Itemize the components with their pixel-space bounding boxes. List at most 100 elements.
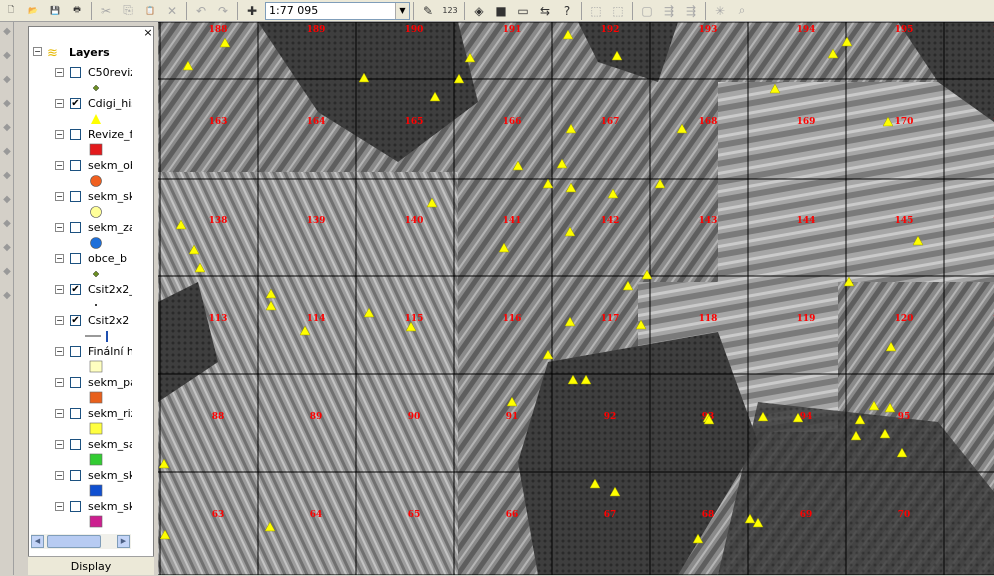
layer-visibility-checkbox[interactable]	[70, 439, 81, 450]
layer-name[interactable]: sekm_sk	[88, 469, 132, 482]
whats-this-help-icon[interactable]: ?	[556, 1, 578, 21]
tool-icon[interactable]: ◆	[1, 266, 13, 286]
layer-visibility-checkbox[interactable]	[70, 377, 81, 388]
tool-icon[interactable]: ◆	[1, 242, 13, 262]
collapse-toggle[interactable]: −	[55, 409, 64, 418]
collapse-toggle[interactable]: −	[55, 316, 64, 325]
tool-icon[interactable]: ◆	[1, 50, 13, 70]
layer-visibility-checkbox[interactable]	[70, 222, 81, 233]
layer-name[interactable]: sekm_pa	[88, 376, 132, 389]
scroll-right-icon[interactable]: ▶	[117, 535, 130, 548]
collapse-layers-toggle[interactable]: −	[33, 47, 42, 56]
layer-item[interactable]: − obce_b	[29, 251, 147, 266]
tool-icon[interactable]: ◆	[1, 146, 13, 166]
layer-name[interactable]: sekm_ob	[88, 159, 132, 172]
collapse-toggle[interactable]: −	[55, 285, 64, 294]
save-icon[interactable]: 💾	[44, 1, 66, 21]
scroll-thumb[interactable]	[47, 535, 101, 548]
layer-name[interactable]: sekm_sk	[88, 190, 132, 203]
layer-name[interactable]: sekm_sa	[88, 438, 132, 451]
layer-item[interactable]: − sekm_ob	[29, 158, 147, 173]
scroll-left-icon[interactable]: ◀	[31, 535, 44, 548]
tool-icon[interactable]: ◆	[1, 170, 13, 190]
collapse-toggle[interactable]: −	[55, 99, 64, 108]
layer-visibility-checkbox[interactable]	[70, 470, 81, 481]
layer-visibility-checkbox[interactable]	[70, 346, 81, 357]
new-document-icon[interactable]: 🗋	[0, 1, 22, 21]
map-view[interactable]: 1881891901911921931941951961631641651661…	[158, 22, 994, 575]
layer-item[interactable]: − sekm_za	[29, 220, 147, 235]
display-tab[interactable]: Display	[28, 556, 154, 575]
layer-visibility-checkbox[interactable]: ✔	[70, 284, 81, 295]
grid-cell-label: 118	[699, 314, 718, 324]
print-icon[interactable]: 🖶	[66, 1, 88, 21]
map-canvas[interactable]: 1881891901911921931941951961631641651661…	[158, 22, 994, 575]
layer-name[interactable]: Cdigi_his	[88, 97, 132, 110]
layer-name[interactable]: Csit2x2_	[88, 283, 132, 296]
close-icon[interactable]: ×	[142, 27, 154, 39]
layer-visibility-checkbox[interactable]	[70, 253, 81, 264]
collapse-toggle[interactable]: −	[55, 378, 64, 387]
layer-visibility-checkbox[interactable]: ✔	[70, 315, 81, 326]
collapse-toggle[interactable]: −	[55, 223, 64, 232]
tool-icon[interactable]: ◆	[1, 26, 13, 46]
tool-icon[interactable]: ◆	[1, 290, 13, 310]
collapse-toggle[interactable]: −	[55, 440, 64, 449]
layer-item[interactable]: − sekm_pa	[29, 375, 147, 390]
collapse-toggle[interactable]: −	[55, 347, 64, 356]
layer-item[interactable]: − sekm_sa	[29, 437, 147, 452]
model-builder-icon[interactable]: ⇆	[534, 1, 556, 21]
collapse-toggle[interactable]: −	[55, 502, 64, 511]
layer-item[interactable]: − sekm_sk	[29, 499, 147, 514]
collapse-toggle[interactable]: −	[55, 471, 64, 480]
layer-item[interactable]: − sekm_sk	[29, 189, 147, 204]
layer-item[interactable]: − Revize_f	[29, 127, 147, 142]
layer-item[interactable]: − C50reviz	[29, 65, 147, 80]
layer-name[interactable]: sekm_za	[88, 221, 132, 234]
layer-name[interactable]: Finální h	[88, 345, 132, 358]
label-icon[interactable]: 123	[439, 1, 461, 21]
layer-name[interactable]: Revize_f	[88, 128, 132, 141]
tool-icon[interactable]: ◆	[1, 194, 13, 214]
layer-visibility-checkbox[interactable]	[70, 191, 81, 202]
tool-icon[interactable]: ◆	[1, 122, 13, 142]
command-line-icon[interactable]: ▭	[512, 1, 534, 21]
collapse-toggle[interactable]: −	[55, 254, 64, 263]
editor-toolbar-icon[interactable]: ✎	[417, 1, 439, 21]
layer-item[interactable]: −✔ Cdigi_his	[29, 96, 147, 111]
grid-cell-label: 142	[601, 216, 620, 226]
layer-visibility-checkbox[interactable]: ✔	[70, 98, 81, 109]
layer-item[interactable]: − sekm_sk	[29, 468, 147, 483]
collapse-toggle[interactable]: −	[55, 130, 64, 139]
tool-icon[interactable]: ◆	[1, 74, 13, 94]
layer-name[interactable]: sekm_sk	[88, 500, 132, 513]
arccatalog-icon[interactable]: ◈	[468, 1, 490, 21]
layer-visibility-checkbox[interactable]	[70, 67, 81, 78]
layer-item[interactable]: − sekm_riz	[29, 406, 147, 421]
layer-name[interactable]: obce_b	[88, 252, 132, 265]
map-scale-combobox[interactable]: 1:77 095 ▼	[265, 1, 410, 20]
layers-root-label[interactable]: Layers	[69, 46, 110, 59]
delete-icon: ✕	[166, 3, 178, 18]
layer-visibility-checkbox[interactable]	[70, 408, 81, 419]
layer-visibility-checkbox[interactable]	[70, 129, 81, 140]
tool-icon[interactable]: ◆	[1, 98, 13, 118]
chevron-down-icon[interactable]: ▼	[395, 2, 409, 19]
collapse-toggle[interactable]: −	[55, 161, 64, 170]
layer-name[interactable]: sekm_riz	[88, 407, 132, 420]
toc-horizontal-scrollbar[interactable]: ◀ ▶	[31, 534, 131, 549]
open-icon[interactable]: 📂	[22, 1, 44, 21]
layer-visibility-checkbox[interactable]	[70, 160, 81, 171]
layer-name[interactable]: Csit2x2	[88, 314, 132, 327]
layer-item[interactable]: − ✔ Csit2x2_	[29, 282, 147, 297]
tool-icon[interactable]: ◆	[1, 218, 13, 238]
collapse-toggle[interactable]: −	[55, 192, 64, 201]
collapse-toggle[interactable]: −	[55, 68, 64, 77]
layers-icon: ≋	[47, 46, 58, 61]
layer-visibility-checkbox[interactable]	[70, 501, 81, 512]
layer-name[interactable]: C50reviz	[88, 66, 132, 79]
arctoolbox-icon[interactable]: ■	[490, 1, 512, 21]
layer-item[interactable]: − ✔ Csit2x2	[29, 313, 147, 328]
add-data-icon[interactable]: ✚	[241, 1, 263, 21]
layer-item[interactable]: − Finální h	[29, 344, 147, 359]
